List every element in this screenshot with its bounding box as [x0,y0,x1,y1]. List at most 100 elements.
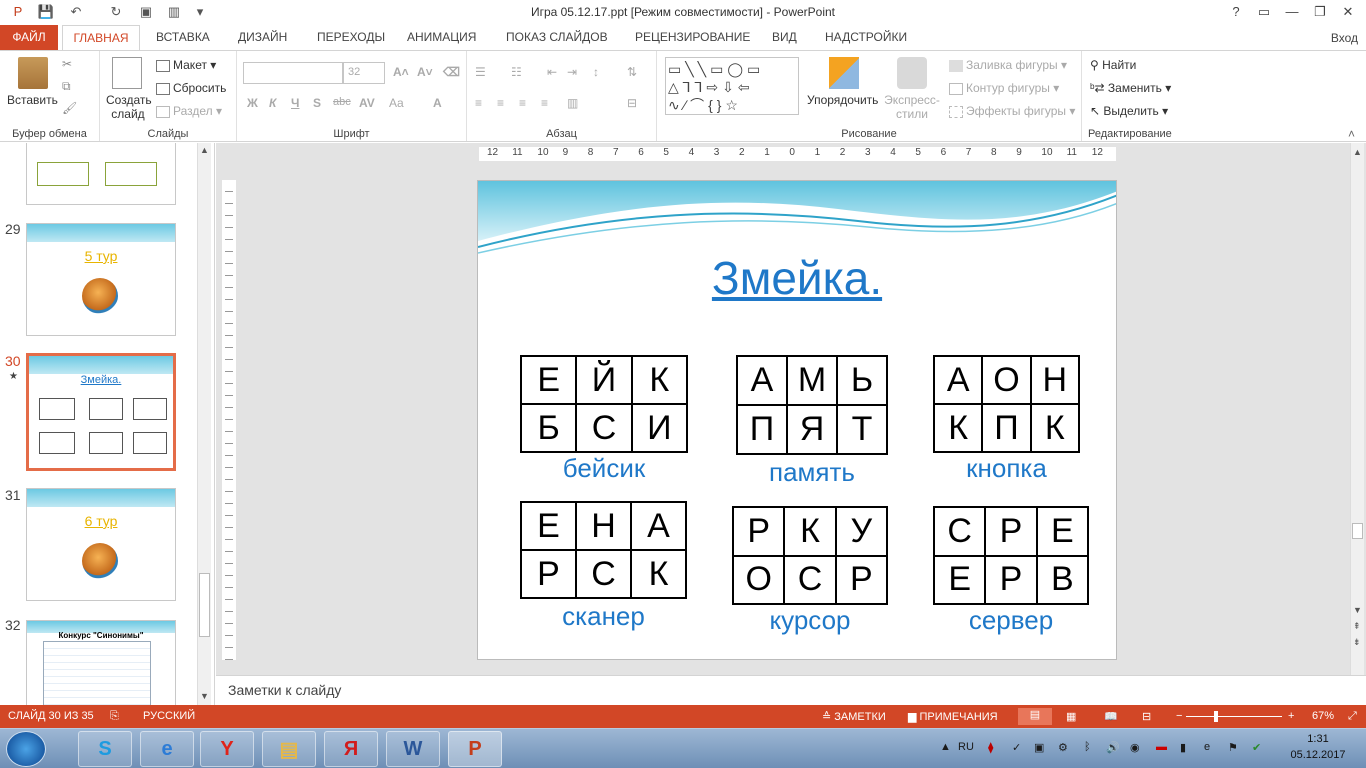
tray-app-icon[interactable]: ✓ [1012,741,1021,754]
notes-button[interactable]: ≙ ЗАМЕТКИ [822,710,886,723]
tray-app-icon[interactable]: e [1204,741,1210,753]
scroll-up-icon[interactable]: ▲ [1353,147,1362,157]
close-button[interactable]: ✕ [1334,2,1362,22]
paste-icon[interactable] [18,57,48,89]
collapse-ribbon-icon[interactable]: ˄ [1348,127,1355,141]
slideshow-view-icon[interactable]: ⊟ [1142,710,1151,723]
slide-thumbnail-32[interactable]: Конкурс "Синонимы" [26,620,176,705]
quick-styles-button[interactable]: Экспресс-стили [883,93,941,121]
redo-icon[interactable]: ↻ [106,3,126,21]
internet-explorer-taskbar-icon[interactable]: e [140,731,194,767]
scroll-thumb[interactable] [1352,523,1363,539]
paste-button[interactable]: Вставить [7,93,58,107]
arrange-button[interactable]: Упорядочить [807,93,878,107]
tray-expand-icon[interactable]: ▲ [940,741,951,753]
letter-grid-память[interactable]: АМЬ ПЯТ [736,355,888,455]
letter-grid-курсор[interactable]: РКУ ОСР [732,506,888,605]
volume-icon[interactable]: 🔊 [1106,741,1120,754]
shapes-gallery[interactable]: ▭╲╲▭◯▭ △⅂⅂⇨⇩⇦ ∿∕⌒{}☆ [665,57,799,115]
font-color-icon[interactable]: A [433,96,442,110]
shape-effects-button[interactable]: Эффекты фигуры ▾ [949,104,1075,118]
start-button-icon[interactable] [6,731,46,767]
spellcheck-icon[interactable]: ⎘ [110,710,119,723]
file-explorer-taskbar-icon[interactable]: ▤ [262,731,316,767]
tab-design[interactable]: ДИЗАЙН [232,25,293,50]
skype-taskbar-icon[interactable]: S [78,731,132,767]
shape-outline-button[interactable]: Контур фигуры ▾ [949,81,1059,95]
layout-button[interactable]: Макет ▾ [156,58,216,72]
arrange-icon[interactable] [829,57,859,89]
undo-icon[interactable]: ↶ [66,3,86,21]
shadow-icon[interactable]: S [313,96,321,110]
tab-animations[interactable]: АНИМАЦИЯ [401,25,482,50]
word-taskbar-icon[interactable]: W [386,731,440,767]
numbering-icon[interactable]: ☷ [511,65,522,79]
language-indicator[interactable]: РУССКИЙ [143,710,195,722]
font-size-input[interactable]: 32 [343,62,385,84]
answer-word[interactable]: память [736,457,888,488]
tray-app-icon[interactable]: ⚙ [1058,741,1068,754]
notes-pane[interactable]: Заметки к слайду [216,675,1366,705]
comments-button[interactable]: ▆ ПРИМЕЧАНИЯ [908,710,998,723]
tray-app-icon[interactable]: ⚑ [1228,741,1238,754]
strikethrough-icon[interactable]: abc [333,96,351,108]
justify-icon[interactable]: ≡ [541,96,548,110]
letter-grid-кнопка[interactable]: АОНКПК [933,355,1080,453]
slide-sorter-icon[interactable]: ▦ [1066,710,1076,723]
new-slide-icon[interactable] [112,57,142,89]
input-language[interactable]: RU [958,741,974,753]
restore-button[interactable]: ❐ [1306,2,1334,22]
slide-canvas[interactable]: Змейка. Е Й К Б С Ибейсик А М Ь П Я Тпамять А О Н К П Ккн… [477,180,1117,660]
customize-toolbar-icon[interactable]: ▾ [190,3,210,21]
tab-insert[interactable]: ВСТАВКА [150,25,216,50]
save-icon[interactable]: 💾 [36,3,56,21]
bullets-icon[interactable]: ☰ [475,65,486,79]
slide-thumbnail-31[interactable]: 6 тур [26,488,176,601]
clear-format-icon[interactable]: ⌫ [443,65,460,79]
zoom-out-icon[interactable]: − [1176,710,1182,722]
ribbon-display-options-icon[interactable]: ▭ [1250,2,1278,22]
select-button[interactable]: ↖ Выделить ▾ [1090,104,1168,118]
minimize-button[interactable]: — [1278,2,1306,22]
tab-home[interactable]: ГЛАВНАЯ [62,25,140,51]
tray-app-icon[interactable]: ◉ [1130,741,1140,754]
char-spacing-icon[interactable]: AV [359,96,375,110]
shape-fill-button[interactable]: Заливка фигуры ▾ [949,58,1067,72]
tab-review[interactable]: РЕЦЕНЗИРОВАНИЕ [629,25,756,50]
tab-transitions[interactable]: ПЕРЕХОДЫ [311,25,391,50]
replace-button[interactable]: ᵇ⇄ Заменить ▾ [1090,81,1171,95]
text-direction-icon[interactable]: ⇅ [627,65,637,79]
slide-title[interactable]: Змейка. [478,251,1116,305]
bold-icon[interactable]: Ж [247,96,258,110]
quick-styles-icon[interactable] [897,57,927,89]
new-slide-button[interactable]: Создать слайд [106,93,152,121]
columns-icon[interactable]: ▥ [567,96,578,110]
scroll-down-icon[interactable]: ▼ [1353,605,1362,615]
answer-word[interactable]: кнопка [933,453,1080,484]
letter-grid-сервер[interactable]: СРЕ ЕРВ [933,506,1089,605]
change-case-icon[interactable]: Aa [389,96,404,110]
tab-file[interactable]: ФАЙЛ [0,25,58,50]
thumbnail-scrollbar[interactable]: ▲ ▼ [197,143,211,705]
slide-thumbnail-30[interactable]: Змейка. [26,353,176,471]
normal-view-icon[interactable]: ▤ [1018,708,1052,725]
align-left-icon[interactable]: ≡ [475,96,482,110]
sign-in-link[interactable]: Вход [1331,31,1358,45]
copy-icon[interactable]: ⧉ [62,79,71,94]
zoom-in-icon[interactable]: + [1288,710,1294,722]
acrobat-tray-icon[interactable]: ⧫ [988,741,993,754]
letter-grid-сканер[interactable]: ЕНА РСК [520,501,687,599]
help-button[interactable]: ? [1222,2,1250,22]
clock-time[interactable]: 1:31 [1288,733,1348,745]
answer-word[interactable]: бейсик [520,453,688,484]
tab-view[interactable]: ВИД [766,25,803,50]
scroll-up-icon[interactable]: ▲ [200,145,209,155]
answer-word[interactable]: курсор [732,605,888,636]
align-center-icon[interactable]: ≡ [497,96,504,110]
clock-date[interactable]: 05.12.2017 [1282,749,1354,761]
tray-app-icon[interactable]: ▣ [1034,741,1044,754]
chart-icon[interactable]: ▥ [164,3,184,21]
network-icon[interactable]: ▮ [1180,741,1186,754]
increase-font-icon[interactable]: A˄ [393,65,409,79]
scroll-thumb[interactable] [199,573,210,637]
